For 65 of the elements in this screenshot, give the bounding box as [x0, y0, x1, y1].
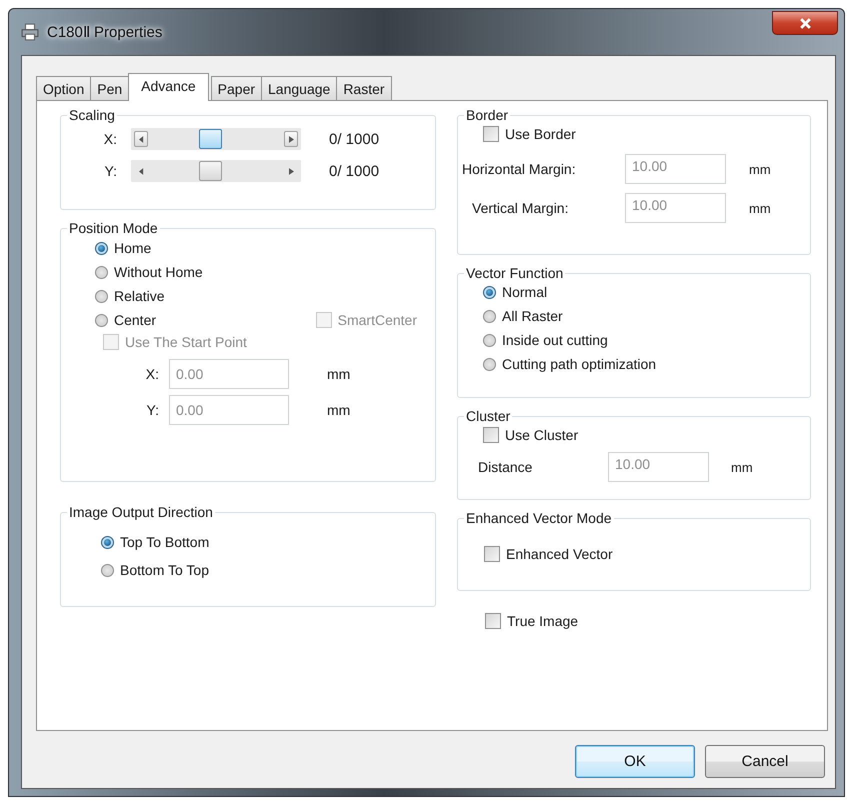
radio-option[interactable]: Home — [95, 240, 435, 256]
tab[interactable]: Pen — [90, 76, 130, 100]
field-label: Vertical Margin: — [471, 200, 570, 216]
field-label: Distance — [478, 459, 534, 475]
window-title: C180Ⅱ Properties — [47, 23, 162, 41]
field-label: X: — [144, 366, 160, 382]
tab[interactable]: Option — [36, 76, 92, 100]
checkbox-icon[interactable] — [483, 427, 499, 443]
radio-option[interactable]: Top To Bottom — [101, 534, 435, 550]
field-label: Y: — [146, 402, 160, 418]
radio-icon[interactable] — [483, 358, 496, 370]
dialog-button[interactable]: OK — [575, 745, 695, 778]
unit-label: mm — [327, 402, 350, 418]
tab[interactable]: Language — [261, 76, 338, 100]
scale-reading: 0/ 1000 — [329, 130, 380, 148]
axis-label: X: — [102, 131, 118, 147]
checkbox-option[interactable]: True Image — [485, 613, 578, 629]
checkbox-option[interactable]: Enhanced Vector — [484, 546, 613, 562]
group-title: Image Output Direction — [68, 504, 214, 520]
radio-icon[interactable] — [483, 310, 496, 322]
field-label: Horizontal Margin: — [462, 161, 577, 177]
checkbox-option[interactable]: Use Border — [483, 126, 576, 142]
radio-option[interactable]: Center — [95, 312, 156, 328]
scrollbar[interactable] — [131, 128, 301, 150]
scrollbar-thumb[interactable] — [198, 161, 222, 181]
unit-label: mm — [327, 366, 350, 382]
radio-option[interactable]: Without Home — [95, 264, 435, 280]
close-button[interactable] — [772, 11, 838, 35]
checkbox-icon[interactable] — [484, 546, 500, 562]
radio-option[interactable]: Relative — [95, 288, 435, 304]
tab[interactable]: Raster — [336, 76, 392, 100]
radio-icon[interactable] — [101, 536, 114, 548]
group-title: Enhanced Vector Mode — [465, 510, 613, 526]
group-title: Scaling — [68, 107, 116, 123]
radio-option[interactable]: All Raster — [483, 308, 810, 324]
printer-icon — [21, 23, 39, 41]
scale-reading: 0/ 1000 — [329, 162, 380, 180]
checkbox-icon[interactable] — [483, 126, 499, 142]
checkbox-icon[interactable] — [485, 613, 501, 629]
radio-option[interactable]: Normal — [483, 284, 810, 300]
unit-label: mm — [749, 200, 771, 216]
radio-icon[interactable] — [95, 290, 108, 302]
unit-label: mm — [731, 460, 753, 474]
axis-label: Y: — [104, 163, 118, 179]
group-title: Position Mode — [68, 220, 159, 236]
radio-icon[interactable] — [483, 286, 496, 298]
radio-icon[interactable] — [95, 314, 108, 326]
group-title: Cluster — [465, 408, 512, 424]
radio-icon[interactable] — [95, 242, 108, 254]
radio-icon[interactable] — [95, 266, 108, 278]
radio-option[interactable]: Inside out cutting — [483, 332, 810, 348]
tab[interactable]: Paper — [210, 76, 262, 100]
close-icon — [798, 16, 812, 30]
radio-icon[interactable] — [483, 334, 496, 346]
group-title: Border — [465, 107, 510, 123]
radio-option[interactable]: Bottom To Top — [101, 562, 435, 578]
radio-icon[interactable] — [101, 564, 114, 576]
group-title: Vector Function — [465, 265, 564, 281]
tab[interactable]: Advance — [128, 73, 209, 101]
radio-option[interactable]: Cutting path optimization — [483, 356, 810, 372]
scrollbar[interactable] — [131, 160, 301, 182]
dialog-button[interactable]: Cancel — [705, 745, 825, 778]
unit-label: mm — [749, 162, 771, 176]
checkbox-option[interactable]: Use Cluster — [483, 427, 578, 443]
scrollbar-thumb[interactable] — [198, 129, 222, 149]
